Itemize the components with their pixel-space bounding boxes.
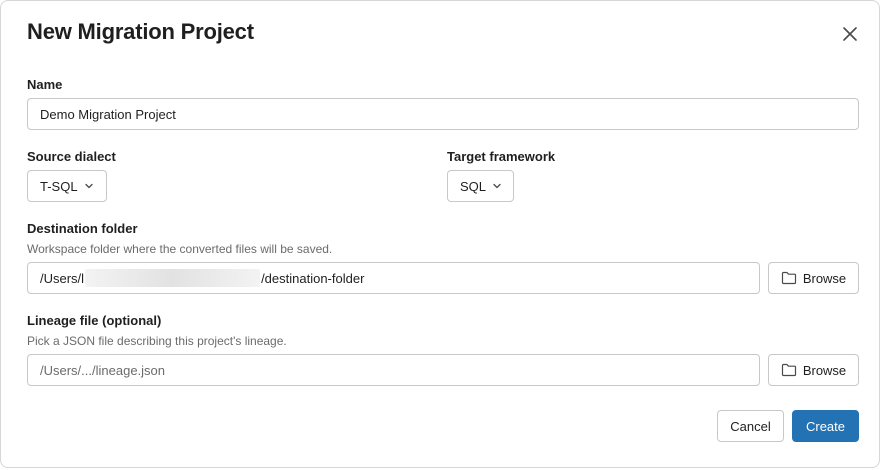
lineage-file-input[interactable] — [27, 354, 760, 386]
cancel-label: Cancel — [730, 418, 771, 434]
chevron-down-icon — [84, 181, 94, 191]
target-framework-label: Target framework — [447, 149, 556, 164]
source-dialect-value: T-SQL — [40, 178, 78, 194]
redacted-username — [85, 269, 261, 287]
lineage-file-hint: Pick a JSON file describing this project… — [27, 334, 287, 348]
destination-folder-input[interactable]: /Users/l /destination-folder — [27, 262, 760, 294]
chevron-down-icon — [492, 181, 502, 191]
destination-folder-hint: Workspace folder where the converted fil… — [27, 242, 333, 256]
lineage-file-label: Lineage file (optional) — [27, 313, 162, 328]
lineage-browse-button[interactable]: Browse — [768, 354, 859, 386]
name-label: Name — [27, 77, 63, 92]
source-dialect-label: Source dialect — [27, 149, 116, 164]
destination-path-suffix: /destination-folder — [261, 270, 365, 286]
new-migration-project-dialog: New Migration Project Name Source dialec… — [0, 0, 880, 468]
create-button[interactable]: Create — [792, 410, 859, 442]
target-framework-select[interactable]: SQL — [447, 170, 514, 202]
destination-folder-label: Destination folder — [27, 221, 138, 236]
name-input[interactable] — [27, 98, 859, 130]
cancel-button[interactable]: Cancel — [717, 410, 784, 442]
close-icon — [843, 27, 857, 41]
lineage-browse-label: Browse — [802, 362, 847, 378]
create-label: Create — [805, 418, 846, 434]
close-button[interactable] — [839, 23, 861, 45]
source-dialect-select[interactable]: T-SQL — [27, 170, 107, 202]
target-framework-value: SQL — [460, 178, 487, 194]
folder-icon — [781, 363, 797, 377]
destination-path-prefix: /Users/l — [40, 270, 85, 286]
destination-browse-button[interactable]: Browse — [768, 262, 859, 294]
dialog-title: New Migration Project — [27, 19, 254, 44]
destination-browse-label: Browse — [802, 270, 847, 286]
folder-icon — [781, 271, 797, 285]
